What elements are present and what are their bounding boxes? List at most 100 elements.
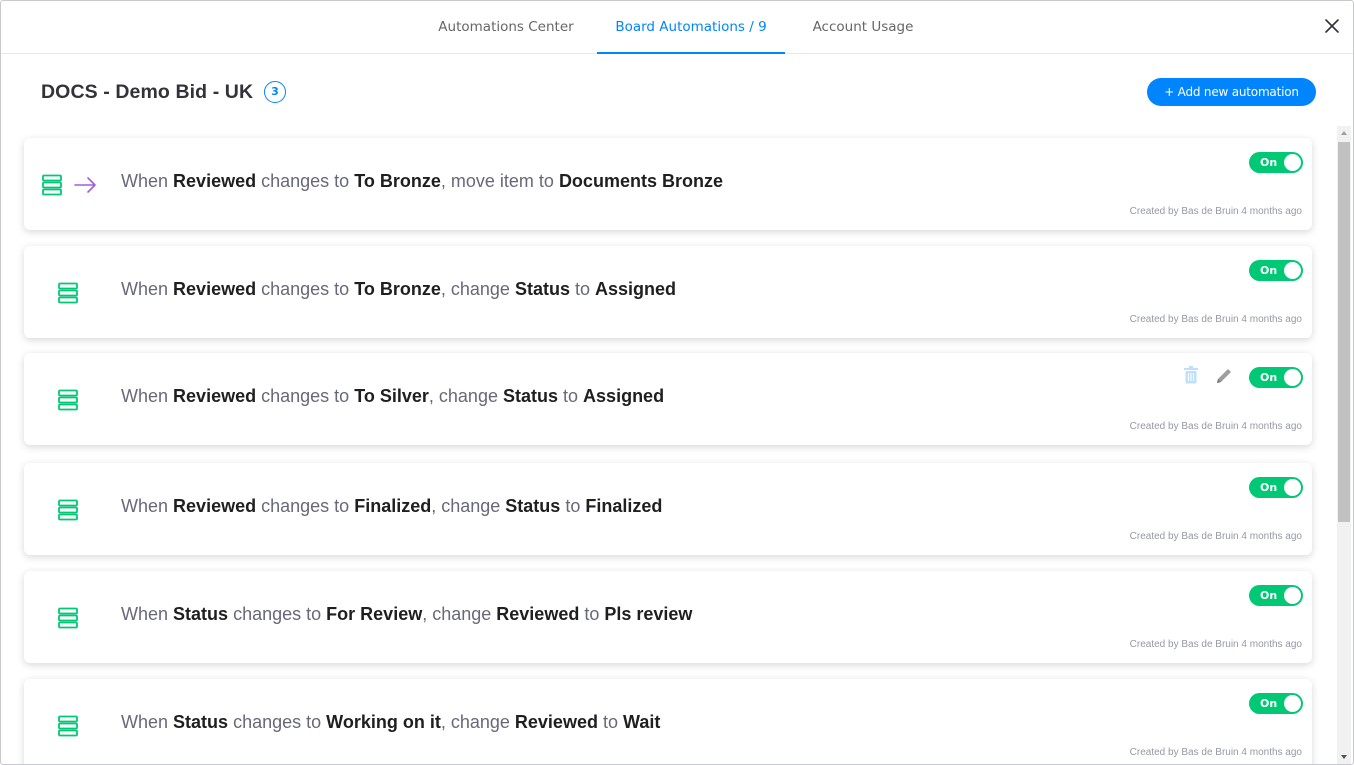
move-arrow-icon [74,177,96,193]
toggle-label: On [1260,589,1278,602]
created-by-text: Created by Bas de Bruin 4 months ago [1129,314,1302,325]
created-by-text: Created by Bas de Bruin 4 months ago [1129,747,1302,758]
sentence-word: , change [422,604,492,624]
sentence-value[interactable]: Assigned [583,386,664,406]
toggle-label: On [1260,481,1278,494]
pencil-icon[interactable] [1215,366,1234,385]
toggle-knob [1284,479,1301,496]
sentence-value[interactable]: For Review [326,604,422,624]
sentence-value[interactable]: Reviewed [173,279,256,299]
sentence-value[interactable]: Finalized [354,496,431,516]
automation-card[interactable]: When Reviewed changes to To Silver, chan… [24,353,1312,445]
scrollbar-thumb[interactable] [1338,142,1350,522]
sentence-value[interactable]: Reviewed [173,386,256,406]
scrollbar[interactable] [1337,126,1351,764]
sentence-value[interactable]: Wait [623,712,660,732]
close-icon [1325,19,1339,33]
recipe-stack-icon [58,389,78,411]
sentence-value[interactable]: Status [503,386,558,406]
recipe-stack-icon [42,174,62,196]
automation-toggle[interactable]: On [1249,152,1303,173]
automation-card[interactable]: When Reviewed changes to To Bronze, chan… [24,246,1312,338]
sentence-value[interactable]: Finalized [585,496,662,516]
sentence-value[interactable]: Reviewed [515,712,598,732]
automation-card[interactable]: When Reviewed changes to Finalized, chan… [24,463,1312,555]
automation-toggle[interactable]: On [1249,367,1303,388]
sentence-value[interactable]: Reviewed [496,604,579,624]
scroll-up-arrow-icon[interactable] [1337,126,1351,140]
sentence-word: , change [440,279,510,299]
sentence-word: , change [428,386,498,406]
automation-toggle[interactable]: On [1249,693,1303,714]
sentence-value[interactable]: To Bronze [354,171,441,191]
recipe-stack-icon [58,607,78,629]
sentence-value[interactable]: Status [173,604,228,624]
automation-toggle[interactable]: On [1249,477,1303,498]
automation-card[interactable]: When Reviewed changes to To Bronze, move… [24,138,1312,230]
sentence-word: changes to [261,171,350,191]
sentence-word: When [121,604,169,624]
automation-card[interactable]: When Status changes to Working on it, ch… [24,679,1312,764]
sentence-value[interactable]: Status [505,496,560,516]
automation-toggle[interactable]: On [1249,260,1303,281]
sentence-word: changes to [261,386,350,406]
sentence-value[interactable]: Documents Bronze [559,171,723,191]
tab-board-automations[interactable]: Board Automations / 9 [597,1,785,54]
sentence-word: to [563,386,579,406]
toggle-knob [1284,587,1301,604]
sentence-word: to [584,604,600,624]
tab-bar: Automations Center Board Automations / 9… [1,1,1353,54]
sentence-word: to [574,279,590,299]
automation-sentence[interactable]: When Status changes to For Review, chang… [121,604,692,625]
add-new-automation-button[interactable]: + Add new automation [1147,78,1316,106]
sentence-word: When [121,496,169,516]
scroll-down-arrow-icon[interactable] [1337,750,1351,764]
toggle-label: On [1260,371,1278,384]
automation-sentence[interactable]: When Reviewed changes to To Bronze, chan… [121,279,676,300]
toggle-label: On [1260,156,1278,169]
sentence-word: to [602,712,618,732]
sentence-word: When [121,171,169,191]
automation-card[interactable]: When Status changes to For Review, chang… [24,571,1312,663]
board-title: DOCS - Demo Bid - UK [41,81,254,103]
close-button[interactable] [1319,13,1345,39]
sentence-value[interactable]: Reviewed [173,496,256,516]
created-by-text: Created by Bas de Bruin 4 months ago [1129,639,1302,650]
sentence-word: , change [431,496,501,516]
created-by-text: Created by Bas de Bruin 4 months ago [1129,531,1302,542]
sentence-value[interactable]: Assigned [595,279,676,299]
sentence-word: changes to [261,279,350,299]
sentence-word: changes to [261,496,350,516]
sentence-word: to [565,496,581,516]
created-by-text: Created by Bas de Bruin 4 months ago [1129,206,1302,217]
sentence-word: , change [440,712,510,732]
automation-sentence[interactable]: When Reviewed changes to Finalized, chan… [121,496,662,517]
sentence-word: , move item to [440,171,554,191]
tab-automations-center[interactable]: Automations Center [431,1,581,53]
sentence-word: changes to [233,712,322,732]
automation-sentence[interactable]: When Reviewed changes to To Bronze, move… [121,171,723,192]
recipe-stack-icon [58,715,78,737]
sentence-value[interactable]: Reviewed [173,171,256,191]
trash-icon[interactable] [1183,366,1199,384]
sentence-value[interactable]: Working on it [326,712,441,732]
automation-toggle[interactable]: On [1249,585,1303,606]
toggle-knob [1284,695,1301,712]
toggle-knob [1284,369,1301,386]
sentence-value[interactable]: To Bronze [354,279,441,299]
sentence-value[interactable]: To Silver [354,386,429,406]
automation-sentence[interactable]: When Status changes to Working on it, ch… [121,712,660,733]
tab-account-usage[interactable]: Account Usage [801,1,925,53]
automation-sentence[interactable]: When Reviewed changes to To Silver, chan… [121,386,664,407]
recipe-stack-icon [58,282,78,304]
sentence-value[interactable]: Status [515,279,570,299]
sentence-value[interactable]: Pls review [604,604,692,624]
recipe-stack-icon [58,499,78,521]
toggle-label: On [1260,697,1278,710]
sentence-word: When [121,386,169,406]
sentence-word: changes to [233,604,322,624]
sentence-value[interactable]: Status [173,712,228,732]
automation-list: When Reviewed changes to To Bronze, move… [1,126,1335,764]
sentence-word: When [121,279,169,299]
automation-count-badge: 3 [264,81,286,103]
